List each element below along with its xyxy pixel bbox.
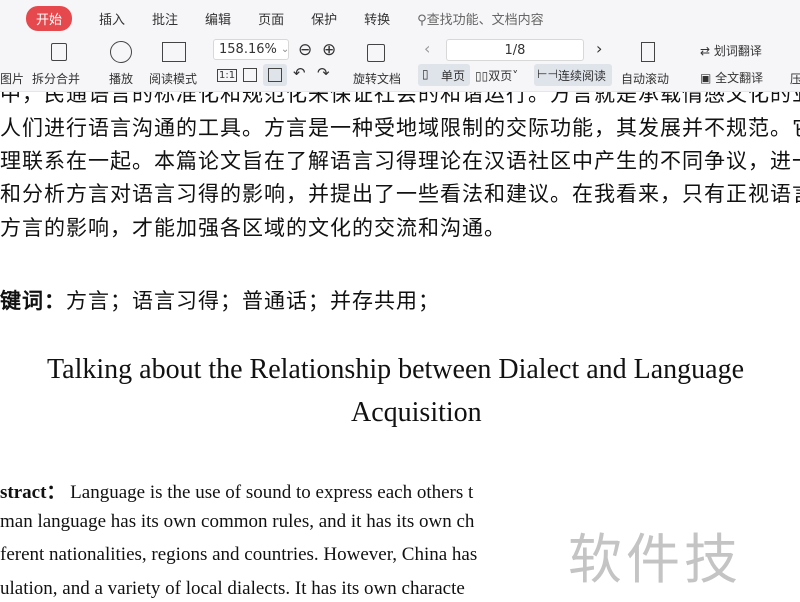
single-page-button[interactable]: ▯ 单页 [418,64,470,86]
read-mode-button[interactable]: 阅读模式 [149,70,197,87]
fit-width-icon [268,68,282,82]
compress-button[interactable]: 压 [790,70,800,87]
split-merge-button[interactable]: 拆分合并 [32,70,80,87]
body-line: 人们进行语言沟通的工具。方言是一种受地域限制的交际功能，其发展并不规范。它 [0,116,800,140]
play-button[interactable]: 播放 [109,70,133,87]
auto-scroll-icon [641,42,655,62]
abstract-line: man language has its own common rules, a… [0,511,475,532]
tab-insert[interactable]: 插入 [99,9,125,28]
auto-scroll-button[interactable]: 自动滚动 [621,70,669,87]
abstract-label: stract： [0,482,66,503]
english-title-line2: Acquisition [351,397,482,428]
body-line: 方言的影响，才能加强各区域的文化的交流和沟通。 [0,216,506,240]
tab-comment[interactable]: 批注 [152,9,178,28]
keywords-line: 键词：方言；语言习得；普通话；并存共用； [0,288,440,313]
prev-page-icon[interactable]: ‹ [424,39,430,58]
book-icon [162,42,186,62]
fit-width-button[interactable] [263,64,287,86]
word-translate-button[interactable]: ⇄ 划词翻译 [700,42,762,59]
body-line: 和分析方言对语言习得的影响，并提出了一些看法和建议。在我看来，只有正视语言 [0,182,800,206]
chevron-down-icon: ⌄ [280,44,290,55]
zoom-out-icon[interactable]: ⊖ [298,40,312,60]
abstract-line: ulation, and a variety of local dialects… [0,578,465,599]
rotate-doc-icon [367,44,385,62]
play-icon [110,41,132,63]
document-page: 中，民通语言的标准化和规范化来保证社会的和谐运行。方言就是承载情感文化的业 人们… [0,92,800,602]
next-page-icon[interactable]: › [596,39,602,58]
tab-edit[interactable]: 编辑 [205,9,231,28]
search-icon: ⚲ [417,12,427,28]
continuous-icon: ⊢⊣ [537,67,558,81]
search-box[interactable]: ⚲查找功能、文档内容 [417,9,544,28]
split-merge-icon [51,43,67,61]
actual-size-icon[interactable]: 1:1 [217,69,238,82]
zoom-select[interactable]: 158.16% ⌄ [213,39,289,60]
body-line: 理联系在一起。本篇论文旨在了解语言习得理论在汉语社区中产生的不同争议，进一 [0,149,800,173]
tab-page[interactable]: 页面 [258,9,284,28]
double-page-button[interactable]: ▯▯双页˅ [475,67,518,84]
rotate-doc-button[interactable]: 旋转文档 [353,70,401,87]
body-line: 中，民通语言的标准化和规范化来保证社会的和谐运行。方言就是承载情感文化的业 [0,92,800,106]
english-title: Talking about the Relationship between D… [47,354,745,385]
tab-home[interactable]: 开始 [26,5,73,31]
tab-protect[interactable]: 保护 [311,9,337,28]
image-button[interactable]: 图片 [0,70,24,87]
full-translate-button[interactable]: ▣ 全文翻译 [700,69,763,86]
rotate-right-icon[interactable]: ↷ [317,64,330,82]
page-icon: ▯ [422,67,429,81]
fit-page-icon[interactable] [243,68,257,82]
rotate-left-icon[interactable]: ↶ [293,64,306,82]
watermark: 软件技巧 [560,507,800,602]
page-input[interactable]: 1/8 [446,39,584,61]
toolbar: 图片 拆分合并 播放 阅读模式 158.16% ⌄ ⊖ ⊕ 1:1 ↶ ↷ 旋转文… [0,36,800,92]
abstract-line: Language is the use of sound to express … [70,482,474,503]
tab-convert[interactable]: 转换 [364,9,390,28]
continuous-read-button[interactable]: ⊢⊣ 连续阅读 [534,64,612,86]
ribbon-tabs: 开始 插入 批注 编辑 页面 保护 转换 ⚲查找功能、文档内容 [0,0,800,36]
zoom-in-icon[interactable]: ⊕ [322,40,336,60]
abstract-line: ferent nationalities, regions and countr… [0,544,478,565]
